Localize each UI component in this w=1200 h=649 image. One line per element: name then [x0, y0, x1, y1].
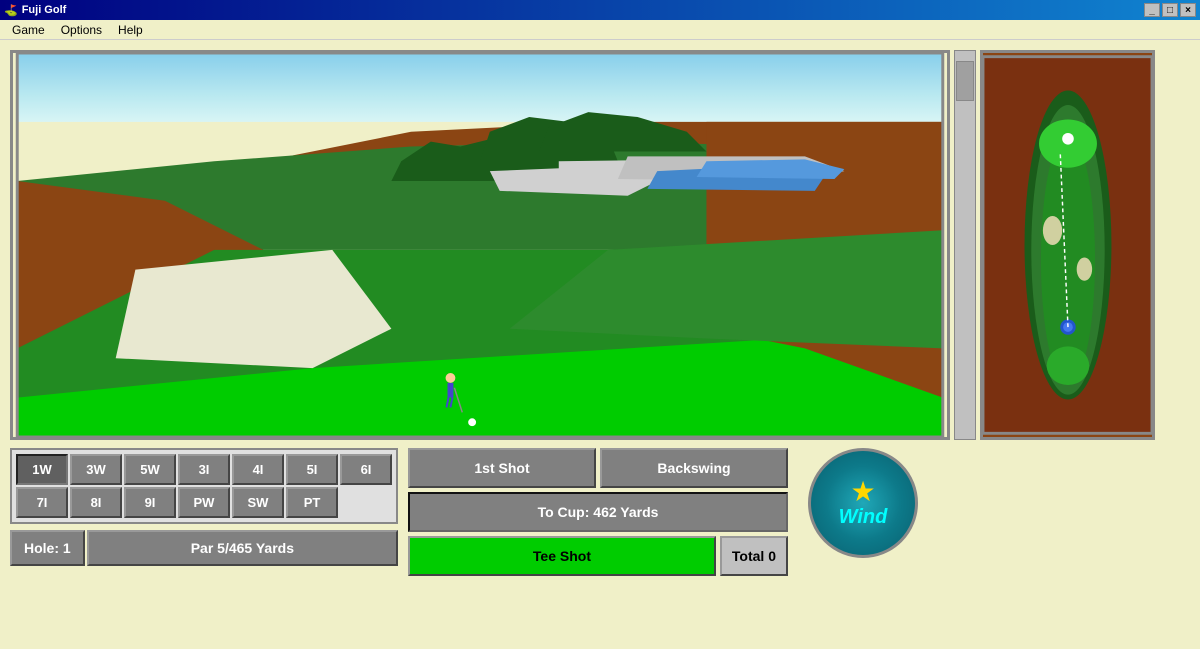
viewport-row	[10, 50, 1190, 440]
club-5w[interactable]: 5W	[124, 454, 176, 485]
club-3w[interactable]: 3W	[70, 454, 122, 485]
main-content: 1W 3W 5W 3I 4I 5I 6I 7I 8I 9I PW SW PT	[0, 40, 1200, 649]
club-6i[interactable]: 6I	[340, 454, 392, 485]
left-section: 1W 3W 5W 3I 4I 5I 6I 7I 8I 9I PW SW PT	[10, 50, 1190, 639]
title-text: Fuji Golf	[22, 4, 67, 16]
minimize-button[interactable]: _	[1144, 3, 1160, 17]
title-bar: ⛳ Fuji Golf _ □ ×	[0, 0, 1200, 20]
hole-label: Hole: 1	[10, 530, 85, 566]
total-display: Total 0	[720, 536, 788, 576]
game-viewport	[10, 50, 950, 440]
club-empty	[340, 487, 392, 518]
club-8i[interactable]: 8I	[70, 487, 122, 518]
title-bar-left: ⛳ Fuji Golf	[4, 4, 66, 17]
shot-row-1: 1st Shot Backswing	[408, 448, 788, 488]
minimap	[980, 50, 1155, 440]
club-1w[interactable]: 1W	[16, 454, 68, 485]
to-cup-display: To Cup: 462 Yards	[408, 492, 788, 532]
menu-options[interactable]: Options	[53, 21, 110, 39]
scroll-thumb[interactable]	[956, 61, 974, 101]
backswing-button[interactable]: Backswing	[600, 448, 788, 488]
shot-row-3: Tee Shot Total 0	[408, 536, 788, 576]
wind-label: Wind	[839, 506, 888, 529]
hole-info-row: Hole: 1 Par 5/465 Yards	[10, 530, 398, 566]
club-pt[interactable]: PT	[286, 487, 338, 518]
title-bar-controls: _ □ ×	[1144, 3, 1196, 17]
wind-circle: ★ Wind	[808, 448, 918, 558]
club-pw[interactable]: PW	[178, 487, 230, 518]
menu-bar: Game Options Help	[0, 20, 1200, 40]
first-shot-button[interactable]: 1st Shot	[408, 448, 596, 488]
tee-shot-button[interactable]: Tee Shot	[408, 536, 716, 576]
club-grid: 1W 3W 5W 3I 4I 5I 6I 7I 8I 9I PW SW PT	[10, 448, 398, 524]
shot-controls: 1st Shot Backswing To Cup: 462 Yards Tee…	[408, 448, 788, 576]
club-9i[interactable]: 9I	[124, 487, 176, 518]
wind-star-icon: ★	[850, 478, 875, 506]
menu-game[interactable]: Game	[4, 21, 53, 39]
scrollbar[interactable]	[954, 50, 976, 440]
club-5i[interactable]: 5I	[286, 454, 338, 485]
club-4i[interactable]: 4I	[232, 454, 284, 485]
menu-help[interactable]: Help	[110, 21, 151, 39]
club-3i[interactable]: 3I	[178, 454, 230, 485]
club-sw[interactable]: SW	[232, 487, 284, 518]
close-button[interactable]: ×	[1180, 3, 1196, 17]
par-label: Par 5/465 Yards	[87, 530, 398, 566]
title-icon: ⛳	[4, 4, 18, 17]
maximize-button[interactable]: □	[1162, 3, 1178, 17]
club-7i[interactable]: 7I	[16, 487, 68, 518]
shot-row-2: To Cup: 462 Yards	[408, 492, 788, 532]
wind-indicator: ★ Wind	[808, 448, 918, 558]
